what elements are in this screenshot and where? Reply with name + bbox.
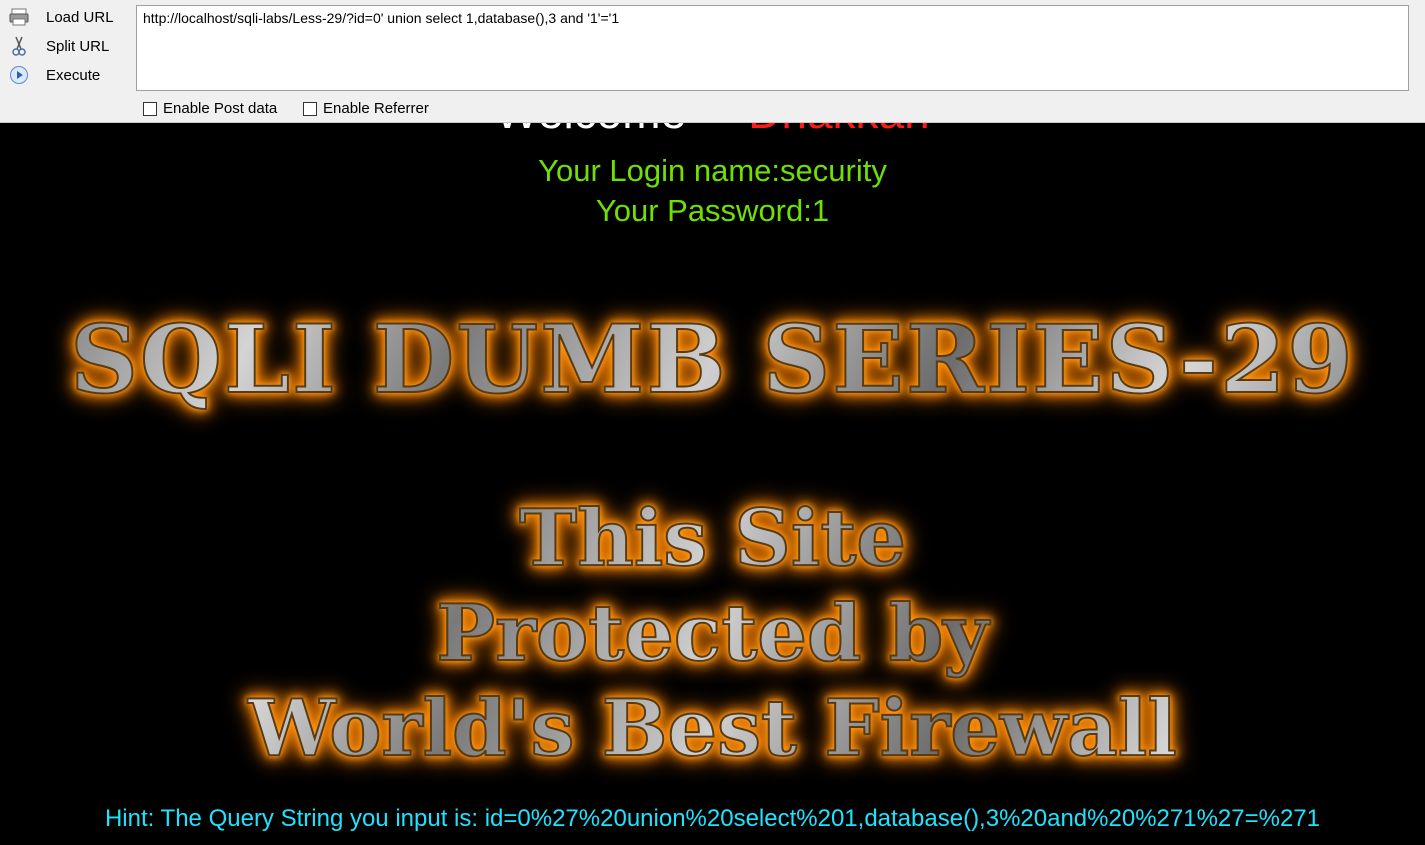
welcome-heading: Welcome Dhakkan	[0, 123, 1425, 139]
split-url-label: Split URL	[46, 37, 110, 55]
login-name-line: Your Login name:security	[538, 153, 887, 188]
hackbar-toolbar: Load URL Split URL Execute http://localh…	[0, 0, 1425, 123]
execute-label: Execute	[46, 66, 101, 84]
split-url-button[interactable]: Split URL	[8, 34, 126, 58]
page-content: WelcomeDhakkan Your Login name:security …	[0, 123, 1425, 845]
referrer-checkbox-box[interactable]	[303, 101, 317, 116]
play-icon	[8, 64, 30, 86]
load-url-label: Load URL	[46, 8, 114, 26]
scissors-icon	[8, 35, 30, 57]
query-hint: Hint: The Query String you input is: id=…	[104, 805, 1321, 832]
post-data-label: Enable Post data	[163, 100, 278, 117]
referrer-label: Enable Referrer	[323, 100, 429, 117]
enable-post-data-checkbox[interactable]: Enable Post data	[143, 100, 277, 117]
welcome-name: Dhakkan	[748, 123, 930, 138]
execute-button[interactable]: Execute	[8, 63, 126, 87]
load-url-icon	[8, 6, 30, 28]
protect-line-1: This Site	[0, 492, 1425, 585]
load-url-button[interactable]: Load URL	[8, 5, 126, 29]
protect-line-2: Protected by	[0, 587, 1425, 680]
series-title-banner: SQLI DUMB SERIES-29	[0, 304, 1425, 416]
protect-line-3: World's Best Firewall	[0, 682, 1425, 775]
url-input[interactable]: http://localhost/sqli-labs/Less-29/?id=0…	[136, 5, 1409, 91]
password-line: Your Password:1	[595, 193, 830, 228]
welcome-text: Welcome	[495, 123, 686, 138]
enable-referrer-checkbox[interactable]: Enable Referrer	[303, 100, 429, 117]
post-data-checkbox-box[interactable]	[143, 101, 157, 116]
